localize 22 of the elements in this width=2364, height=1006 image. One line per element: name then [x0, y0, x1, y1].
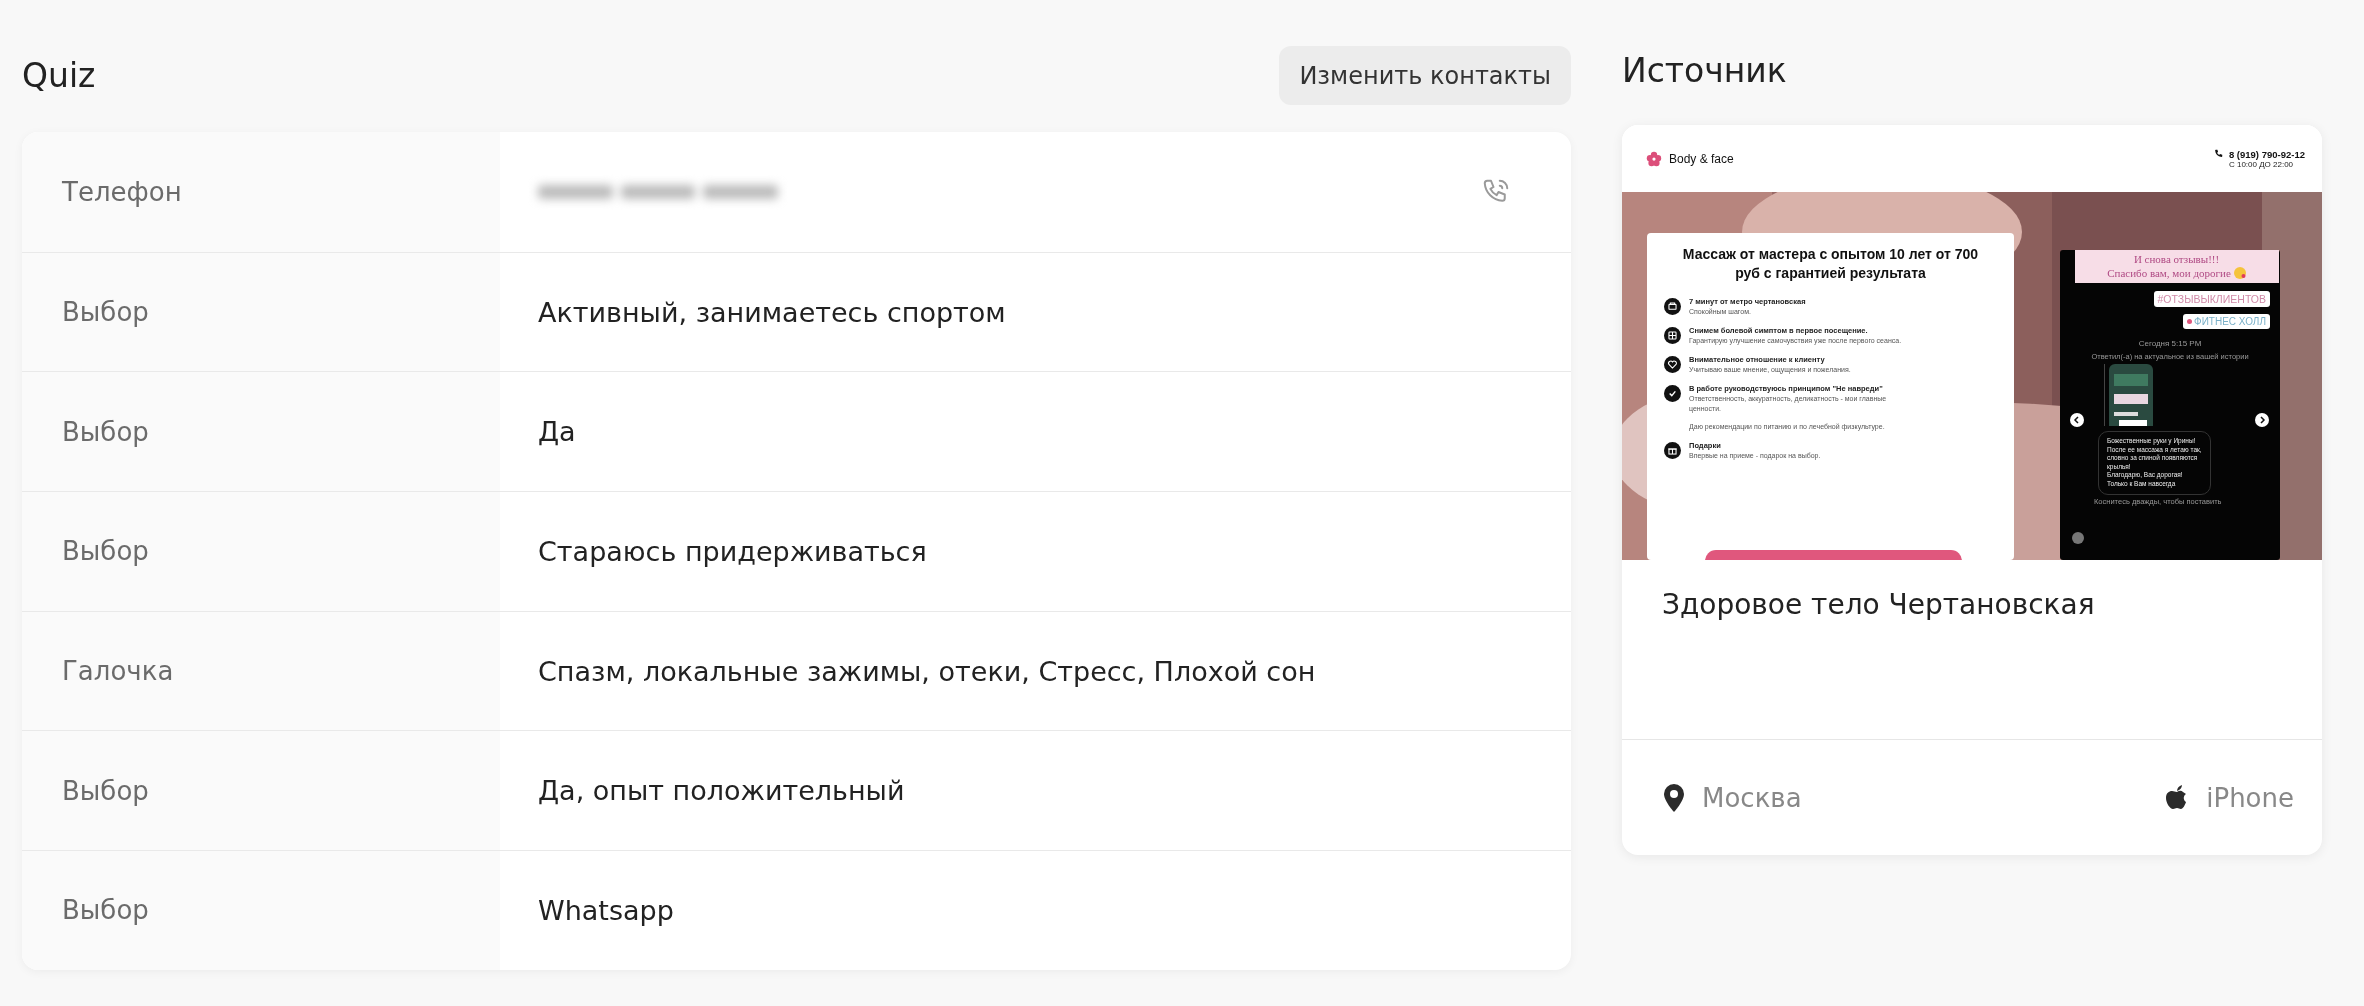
question-label: Выбор: [62, 297, 149, 328]
answer-value: Стараюсь придерживаться: [538, 535, 927, 567]
question-label: Выбор: [62, 416, 149, 447]
question-label: Выбор: [62, 536, 149, 567]
site-phone: 8 (919) 790-92-12: [2228, 148, 2305, 160]
site-logo-text: Body & face: [1669, 151, 1734, 166]
question-label: Выбор: [62, 775, 149, 806]
device-text: iPhone: [2206, 782, 2294, 813]
answer-value: Активный, занимаетесь спортом: [538, 296, 1006, 328]
city-text: Москва: [1702, 782, 1802, 813]
section-title: Источник: [1622, 50, 1788, 92]
site-hours: С 10:00 ДО 22:00: [2228, 159, 2295, 169]
answer-value: Whatsapp: [538, 894, 674, 926]
answer-value: Спазм, локальные зажимы, отеки, Стресс, Плохой сон: [538, 655, 1316, 687]
question-label: Галочка: [62, 656, 174, 687]
source-name: Здоровое тело Чертановская: [1662, 588, 2095, 621]
edit-contacts-button[interactable]: Изменить контакты: [1279, 46, 1571, 105]
question-label: Телефон: [62, 176, 182, 207]
answer-value: Да: [538, 416, 576, 448]
section-title: Quiz: [22, 56, 96, 95]
answer-value: Да, опыт положительный: [538, 775, 905, 807]
question-label: Выбор: [62, 895, 149, 926]
